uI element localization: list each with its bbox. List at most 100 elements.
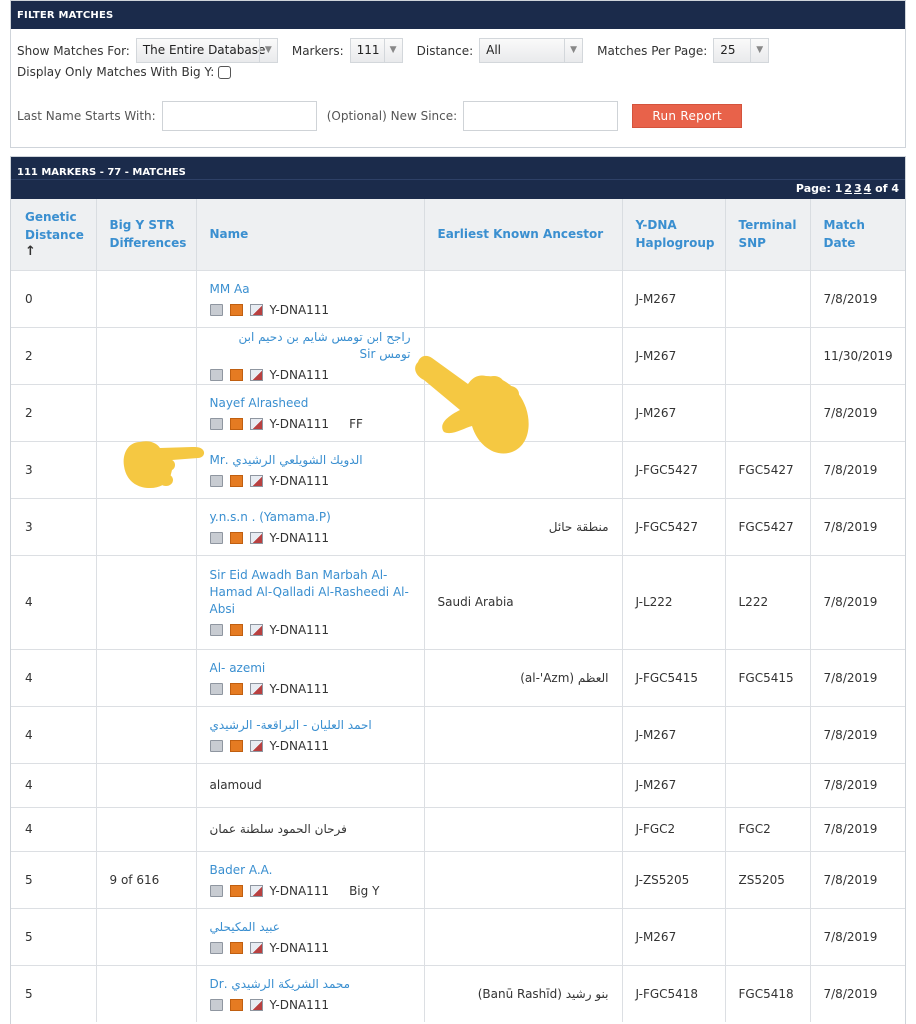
cell-date: 7/8/2019 [810, 907, 905, 965]
markers-select[interactable]: 111 ▼ [349, 38, 403, 63]
match-name[interactable]: راجح ابن تومس شايم بن دحيم ابن تومس Sir [210, 329, 411, 363]
distance-select[interactable]: All ▼ [479, 38, 584, 63]
cell-date: 7/8/2019 [810, 762, 905, 807]
match-name[interactable]: Al- azemi [210, 660, 411, 677]
col-genetic-distance[interactable]: Genetic Distance ↑ [11, 199, 97, 270]
cell-snp [725, 383, 811, 441]
match-name[interactable]: y.n.s.n . (Yamama.P) [210, 509, 411, 526]
col-ancestor[interactable]: Earliest Known Ancestor [424, 199, 623, 270]
cell-ancestor: Saudi Arabia [424, 554, 623, 649]
cell-distance: 4 [11, 762, 97, 807]
print-icon[interactable] [209, 739, 223, 752]
match-tools: Y-DNA111 [209, 474, 411, 488]
table-row: 5 عبيد المكيحلي Y-DNA111 J-M267 7/8/2019 [11, 907, 905, 965]
cell-haplogroup: J-M267 [622, 907, 726, 965]
per-page-select[interactable]: 25 ▼ [713, 38, 770, 63]
test-type: Y-DNA111 [269, 623, 330, 637]
print-icon[interactable] [209, 941, 223, 954]
table-row: 4 alamoud J-M267 7/8/2019 [11, 762, 905, 807]
cell-haplogroup: J-L222 [622, 554, 726, 649]
cell-distance: 2 [11, 326, 97, 384]
page-link-3[interactable]: 3 [854, 182, 862, 195]
certificate-icon[interactable] [249, 369, 263, 381]
family-tree-icon[interactable] [229, 369, 243, 381]
certificate-icon[interactable] [249, 474, 263, 487]
table-row: 4 Al- azemi Y-DNA111 العظم (al-'Azm) J-F… [11, 648, 905, 706]
certificate-icon[interactable] [249, 884, 263, 897]
family-tree-icon[interactable] [229, 941, 243, 954]
col-match-date[interactable]: Match Date [810, 199, 905, 270]
certificate-icon[interactable] [249, 998, 263, 1011]
print-icon[interactable] [209, 303, 223, 316]
cell-haplogroup: J-FGC5427 [622, 440, 726, 498]
match-tools: Y-DNA111 [209, 623, 411, 637]
cell-snp [725, 269, 811, 327]
cell-distance: 5 [11, 850, 97, 908]
page-link-4[interactable]: 4 [864, 182, 872, 195]
col-name[interactable]: Name [196, 199, 425, 270]
certificate-icon[interactable] [249, 303, 263, 316]
show-matches-label: Show Matches For: [17, 43, 130, 58]
certificate-icon[interactable] [249, 417, 263, 430]
match-name[interactable]: الدويك الشويلعي الرشيدي .Mr [210, 452, 363, 469]
match-name[interactable]: محمد الشريكة الرشيدي .Dr [210, 976, 351, 993]
print-icon[interactable] [209, 417, 223, 430]
certificate-icon[interactable] [249, 739, 263, 752]
cell-bigy [96, 383, 197, 441]
print-icon[interactable] [209, 682, 223, 695]
certificate-icon[interactable] [249, 682, 263, 695]
family-tree-icon[interactable] [229, 417, 243, 430]
match-name[interactable]: MM Aa [210, 281, 411, 298]
test-extra: Big Y [349, 883, 380, 898]
certificate-icon[interactable] [249, 941, 263, 954]
cell-name: Nayef Alrasheed Y-DNA111 FF [196, 383, 425, 441]
run-report-button[interactable]: Run Report [632, 104, 743, 128]
cell-snp [725, 705, 811, 763]
lastname-input[interactable] [161, 101, 317, 131]
cell-name: y.n.s.n . (Yamama.P) Y-DNA111 [196, 497, 425, 555]
match-name[interactable]: Bader A.A. [210, 862, 411, 879]
family-tree-icon[interactable] [229, 998, 243, 1011]
bigy-checkbox[interactable] [218, 65, 232, 79]
match-name[interactable]: Nayef Alrasheed [210, 395, 411, 412]
family-tree-icon[interactable] [229, 531, 243, 544]
cell-bigy [96, 497, 197, 555]
family-tree-icon[interactable] [229, 682, 243, 695]
match-name[interactable]: Sir Eid Awadh Ban Marbah Al-Hamad Al-Qal… [210, 567, 411, 618]
print-icon[interactable] [209, 624, 223, 636]
cell-date: 11/30/2019 [810, 326, 905, 384]
cell-date: 7/8/2019 [810, 705, 905, 763]
col-terminal-snp[interactable]: Terminal SNP [725, 199, 811, 270]
print-icon[interactable] [209, 369, 223, 381]
page-link-2[interactable]: 2 [844, 182, 852, 195]
print-icon[interactable] [209, 884, 223, 897]
pagination: Page: 1234 of 4 [11, 179, 905, 199]
col-haplogroup[interactable]: Y-DNA Haplogroup [622, 199, 726, 270]
family-tree-icon[interactable] [229, 624, 243, 636]
print-icon[interactable] [209, 531, 223, 544]
cell-snp [725, 326, 811, 384]
family-tree-icon[interactable] [229, 739, 243, 752]
certificate-icon[interactable] [249, 531, 263, 544]
cell-name: alamoud [196, 762, 425, 807]
pointing-hand-emoji [415, 355, 529, 454]
show-matches-select[interactable]: The Entire Database ▼ [135, 38, 278, 63]
print-icon[interactable] [209, 998, 223, 1011]
certificate-icon[interactable] [249, 624, 263, 636]
match-tools: Y-DNA111 [209, 303, 411, 317]
col-bigy-str[interactable]: Big Y STR Differences [96, 199, 197, 270]
match-name[interactable]: احمد العليان - البراقعة- الرشيدي [210, 717, 372, 734]
print-icon[interactable] [209, 474, 223, 487]
family-tree-icon[interactable] [229, 884, 243, 897]
chevron-down-icon: ▼ [750, 39, 768, 62]
lastname-label: Last Name Starts With: [17, 109, 156, 123]
new-since-label: (Optional) New Since: [326, 109, 458, 123]
cell-haplogroup: J-M267 [622, 383, 726, 441]
family-tree-icon[interactable] [229, 474, 243, 487]
cell-ancestor [424, 705, 623, 763]
match-name[interactable]: عبيد المكيحلي [210, 919, 280, 936]
cell-bigy [96, 326, 197, 384]
family-tree-icon[interactable] [229, 303, 243, 316]
markers-label: Markers: [291, 43, 344, 58]
new-since-input[interactable] [463, 101, 619, 131]
